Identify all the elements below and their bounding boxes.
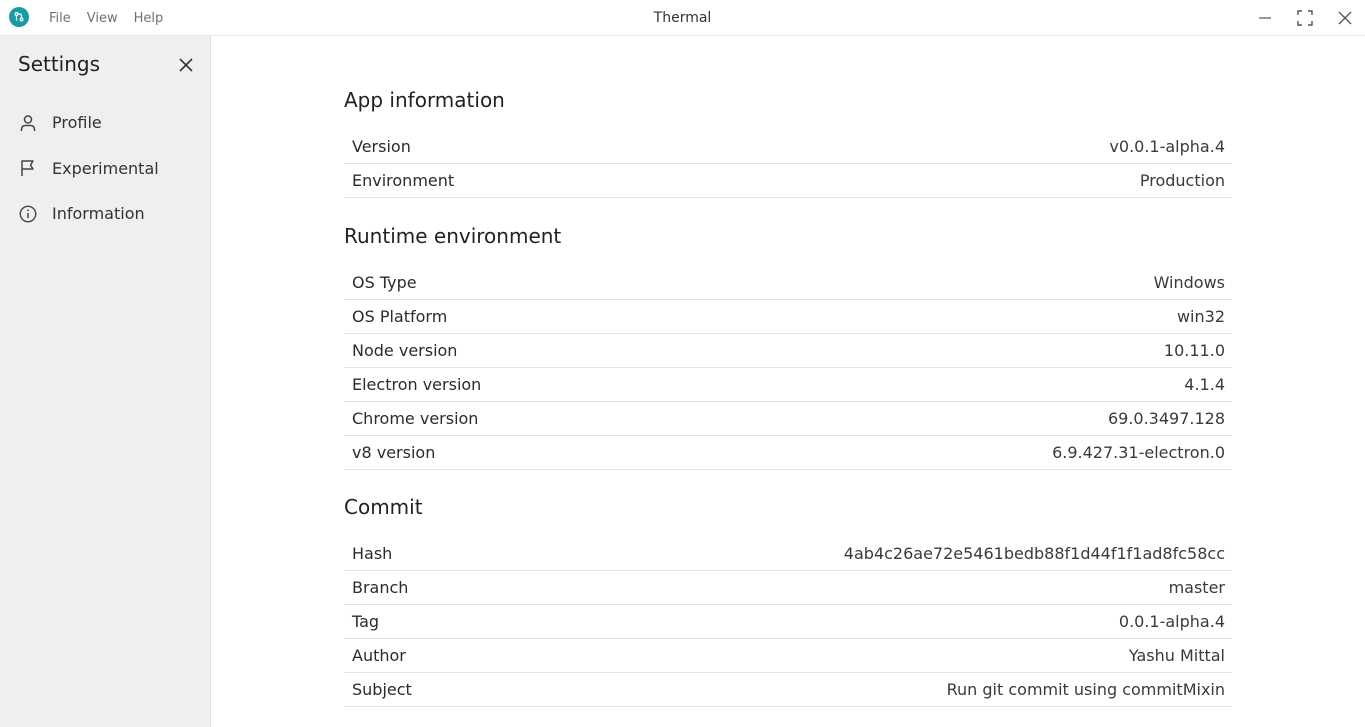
sidebar-title: Settings [18,52,101,76]
table-row: Node version 10.11.0 [344,334,1232,368]
sidebar-item-label: Information [52,204,145,224]
fullscreen-icon [1297,10,1313,26]
section-runtime-environment: Runtime environment OS Type Windows OS P… [344,223,1232,470]
row-value: Production [1139,171,1225,190]
menu-help[interactable]: Help [134,11,164,26]
window-controls [1245,0,1365,36]
settings-sidebar: Settings Profile Experimental Informatio… [0,36,211,727]
row-value: Run git commit using commitMixin [946,680,1225,699]
row-value: Yashu Mittal [1128,646,1225,665]
row-label: OS Type [352,273,417,292]
table-row: OS Type Windows [344,266,1232,300]
row-label: Tag [352,612,380,631]
row-label: Electron version [352,375,482,394]
table-row: OS Platform win32 [344,300,1232,334]
row-value: win32 [1176,307,1225,326]
sidebar-item-label: Experimental [52,158,159,178]
section-app-information: App information Version v0.0.1-alpha.4 E… [344,87,1232,198]
table-row: Chrome version 69.0.3497.128 [344,402,1232,436]
row-label: v8 version [352,443,436,462]
table-row: Subject Run git commit using commitMixin [344,673,1232,707]
main-content: App information Version v0.0.1-alpha.4 E… [211,36,1365,727]
row-value: 10.11.0 [1163,341,1225,360]
app-logo-icon [9,7,29,27]
minimize-button[interactable] [1245,0,1285,36]
close-icon [1338,11,1352,25]
table-row: Branch master [344,571,1232,605]
maximize-button[interactable] [1285,0,1325,36]
sidebar-item-profile[interactable]: Profile [0,100,210,146]
info-table: Hash 4ab4c26ae72e5461bedb88f1d44f1f1ad8f… [344,537,1232,707]
user-icon [18,113,38,133]
table-row: Electron version 4.1.4 [344,368,1232,402]
close-settings-button[interactable] [174,53,198,77]
info-icon [18,204,38,224]
sidebar-item-information[interactable]: Information [0,191,210,237]
info-table: Version v0.0.1-alpha.4 Environment Produ… [344,130,1232,198]
table-row: Author Yashu Mittal [344,639,1232,673]
row-label: OS Platform [352,307,448,326]
table-row: Environment Production [344,164,1232,198]
row-label: Author [352,646,406,665]
row-label: Branch [352,578,409,597]
row-value: v0.0.1-alpha.4 [1109,137,1225,156]
row-label: Version [352,137,411,156]
section-commit: Commit Hash 4ab4c26ae72e5461bedb88f1d44f… [344,494,1232,707]
row-label: Hash [352,544,393,563]
menu-bar: File View Help [49,0,179,36]
row-value: Windows [1153,273,1225,292]
table-row: v8 version 6.9.427.31-electron.0 [344,436,1232,470]
close-icon [179,58,193,72]
table-row: Version v0.0.1-alpha.4 [344,130,1232,164]
section-title: App information [344,88,505,112]
row-value: 0.0.1-alpha.4 [1118,612,1225,631]
row-value: 6.9.427.31-electron.0 [1052,443,1225,462]
close-window-button[interactable] [1325,0,1365,36]
row-value: 4.1.4 [1184,375,1225,394]
table-row: Tag 0.0.1-alpha.4 [344,605,1232,639]
menu-file[interactable]: File [49,11,71,26]
sidebar-header: Settings [18,51,198,77]
section-title: Runtime environment [344,224,562,248]
menu-view[interactable]: View [87,11,118,26]
sidebar-item-experimental[interactable]: Experimental [0,146,210,192]
window-title: Thermal [653,10,712,26]
row-label: Subject [352,680,412,699]
title-bar: File View Help Thermal [0,0,1365,36]
minimize-icon [1259,17,1271,19]
table-row: Hash 4ab4c26ae72e5461bedb88f1d44f1f1ad8f… [344,537,1232,571]
row-value: master [1168,578,1225,597]
row-label: Environment [352,171,455,190]
sidebar-nav: Profile Experimental Information [0,100,210,237]
row-value: 69.0.3497.128 [1107,409,1225,428]
flag-icon [18,158,38,178]
section-title: Commit [344,495,423,519]
row-label: Chrome version [352,409,479,428]
row-value: 4ab4c26ae72e5461bedb88f1d44f1f1ad8fc58cc [843,544,1225,563]
row-label: Node version [352,341,458,360]
info-table: OS Type Windows OS Platform win32 Node v… [344,266,1232,470]
sidebar-item-label: Profile [52,113,102,133]
